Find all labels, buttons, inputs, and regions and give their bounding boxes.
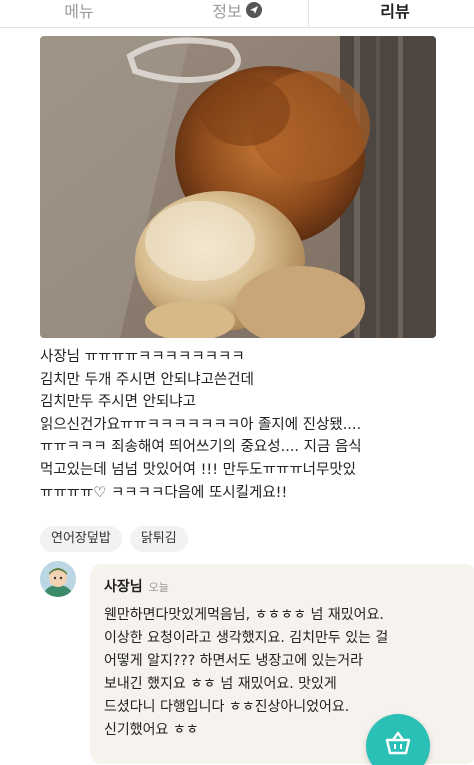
review-line: 김치만 두개 주시면 안되냐고쓴건데 [40,371,254,388]
reply-line: 이상한 요청이라고 생각했지요. 김치만두 있는 걸 [104,630,389,646]
tab-bar: 메뉴 정보 리뷰 [0,0,474,28]
review-photo[interactable] [40,36,436,338]
review-line: 사장님 ㅠㅠㅠㅠㅋㅋㅋㅋㅋㅋㅋㅋ [40,349,245,365]
basket-icon [385,731,411,755]
owner-name: 사장님 [104,579,143,595]
review-line: ㅠㅠㅋㅋㅋ 죄송해여 띄어쓰기의 중요성.... 지금 음식 [40,439,362,456]
review-line: 먹고있는데 넘넘 맛있어여 !!! 만두도ㅠㅠㅠ너무맛있 [40,461,357,478]
owner-avatar [40,561,76,597]
menu-tags: 연어장덮밥 닭튀김 [40,526,188,552]
send-arrow-icon [245,1,262,18]
review-line: 읽으신건가요ㅠㅠㅋㅋㅋㅋㅋㅋㅋ아 졸지에 진상됐.... [40,416,362,433]
menu-tag[interactable]: 닭튀김 [129,526,188,552]
tab-info[interactable]: 정보 [158,0,316,23]
reply-line: 웬만하면다맛있게먹음님, ㅎㅎㅎㅎ 넘 재밌어요. [104,607,384,623]
review-line: ㅠㅠㅠㅠ♡ ㅋㅋㅋㅋ다음에 또시킬게요!! [40,484,288,501]
tab-divider [308,0,309,28]
tab-info-label: 정보 [212,1,242,21]
menu-tag[interactable]: 연어장덮밥 [40,526,122,552]
review-line: 김치만두 주시면 안되냐고 [40,394,196,411]
reply-line: 보내긴 했지요 ㅎㅎ 넘 재밌어요. 맛있게 [104,676,337,692]
reply-header: 사장님 오늘 [104,576,463,596]
reply-time: 오늘 [148,581,169,594]
tab-review-label: 리뷰 [380,1,410,21]
tab-menu[interactable]: 메뉴 [0,0,158,23]
tab-menu-label: 메뉴 [64,1,94,21]
tab-review[interactable]: 리뷰 [316,0,474,23]
reply-line: 어떻게 알지??? 하면서도 냉장고에 있는거라 [104,653,364,669]
review-text: 사장님 ㅠㅠㅠㅠㅋㅋㅋㅋㅋㅋㅋㅋ 김치만 두개 주시면 안되냐고쓴건데 김치만두… [40,346,440,504]
